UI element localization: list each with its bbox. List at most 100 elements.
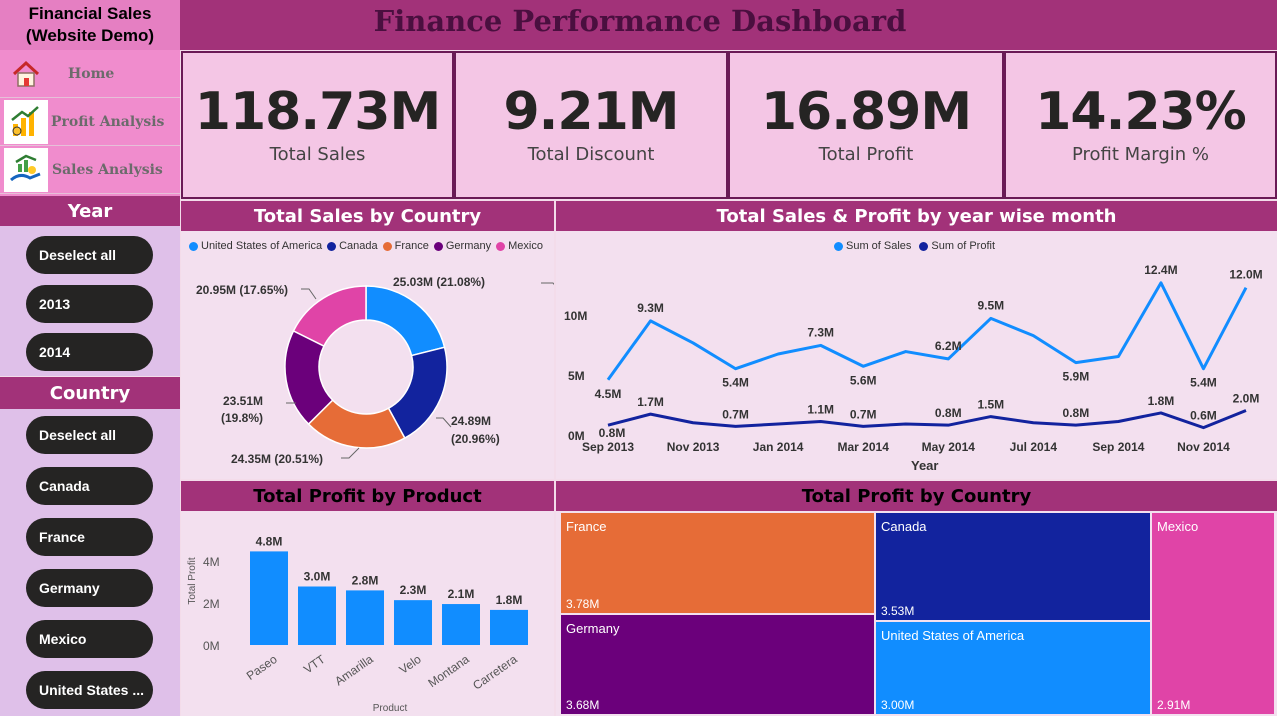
nav-item-profit-analysis[interactable]: Profit Analysis: [0, 98, 180, 146]
bar-y-axis-label: Total Profit: [187, 557, 198, 604]
bar-category-label: Paseo: [244, 652, 280, 683]
profit-chart-icon: [4, 99, 48, 144]
profit-data-label: 2.0M: [1233, 391, 1260, 405]
bar-category-label: Montana: [425, 652, 472, 690]
treemap-cell-value: 2.91M: [1157, 698, 1191, 712]
x-tick-label: Sep 2013: [582, 440, 634, 454]
x-tick-label: Jan 2014: [753, 440, 804, 454]
donut-label-germany-pct: (19.8%): [221, 411, 263, 425]
donut-title: Total Sales by Country: [181, 201, 554, 231]
profit-data-label: 0.8M: [935, 406, 962, 420]
treemap-cell-value: 3.53M: [881, 604, 915, 618]
bar-value-label: 2.3M: [400, 583, 427, 597]
kpi-label: Total Profit: [818, 143, 914, 165]
bar-value-label: 4.8M: [256, 534, 283, 548]
treemap-cell-france[interactable]: France 3.78M: [561, 513, 874, 613]
country-slicer: [0, 409, 180, 716]
country-deselect-all[interactable]: Deselect all: [26, 416, 153, 454]
profit-data-label: 1.8M: [1148, 394, 1175, 408]
kpi-value: 16.89M: [760, 81, 972, 142]
sales-data-label: 5.9M: [1063, 370, 1090, 384]
kpi-total-sales: 118.73M Total Sales: [181, 51, 454, 199]
bar-x-axis-label: Product: [373, 703, 408, 714]
bar-category-label: VTT: [301, 652, 328, 677]
kpi-value: 14.23%: [1035, 81, 1247, 142]
app-name-line1: Financial Sales: [28, 4, 152, 23]
bar-amarilla[interactable]: [346, 590, 384, 645]
kpi-value: 9.21M: [503, 81, 679, 142]
x-tick-label: Jul 2014: [1010, 440, 1058, 454]
sales-data-label: 12.0M: [1229, 268, 1262, 282]
treemap-cell-name: Mexico: [1157, 519, 1199, 534]
profit-data-label: 0.7M: [850, 407, 877, 421]
line-chart: 10M 5M 0M Sep 2013 Nov 2013 Jan 2014 Mar 20…: [564, 263, 1263, 473]
bar-y-tick-4m: 4M: [203, 555, 220, 569]
treemap-cell-value: 3.00M: [881, 698, 915, 712]
treemap-cell-mexico[interactable]: Mexico 2.91M: [1152, 513, 1274, 714]
country-option-germany[interactable]: Germany: [26, 569, 153, 607]
nav-sales-label: Sales Analysis: [52, 161, 163, 178]
x-tick-label: Nov 2014: [1177, 440, 1230, 454]
treemap-cell-value: 3.78M: [566, 597, 600, 611]
y-tick-5m: 5M: [568, 369, 585, 383]
sales-data-label: 4.5M: [595, 387, 622, 401]
x-tick-label: Mar 2014: [838, 440, 890, 454]
bar-title: Total Profit by Product: [181, 481, 554, 511]
treemap-cell-name: United States of America: [881, 628, 1025, 643]
profit-data-label: 1.1M: [807, 403, 834, 417]
sales-data-label: 9.5M: [977, 298, 1004, 312]
bar-category-label: Velo: [397, 652, 424, 677]
donut-chart: 25.03M (21.08%) 24.89M (20.96%) 24.35M (…: [196, 275, 554, 466]
donut-label-canada-pct: (20.96%): [451, 432, 500, 446]
bar-value-label: 3.0M: [304, 570, 331, 584]
treemap-cell-name: Canada: [881, 519, 927, 534]
donut-slice-mexico[interactable]: [292, 285, 367, 348]
nav-profit-label: Profit Analysis: [51, 113, 165, 130]
profit-data-label: 0.6M: [1190, 409, 1217, 423]
line-series-sales[interactable]: [606, 281, 1248, 381]
bar-y-tick-2m: 2M: [203, 597, 220, 611]
kpi-total-discount: 9.21M Total Discount: [454, 51, 728, 199]
sales-data-label: 12.4M: [1144, 263, 1177, 277]
country-option-mexico[interactable]: Mexico: [26, 620, 153, 658]
profit-data-label: 1.7M: [637, 395, 664, 409]
country-option-france[interactable]: France: [26, 518, 153, 556]
country-option-usa[interactable]: United States ...: [26, 671, 153, 709]
country-option-canada[interactable]: Canada: [26, 467, 153, 505]
bar-montana[interactable]: [442, 604, 480, 645]
bar-carretera[interactable]: [490, 609, 528, 645]
bar-y-tick-0m: 0M: [203, 639, 220, 653]
treemap-cell-usa[interactable]: United States of America 3.00M: [876, 622, 1150, 714]
kpi-label: Total Sales: [269, 143, 366, 165]
kpi-value: 118.73M: [194, 81, 441, 142]
year-slicer-title: Year: [0, 196, 180, 226]
profit-data-label: 1.5M: [977, 398, 1004, 412]
line-series-profit[interactable]: [607, 409, 1247, 430]
home-icon: [4, 52, 48, 96]
treemap-cell-germany[interactable]: Germany 3.68M: [561, 615, 874, 714]
app-name-line2: (Website Demo): [25, 26, 155, 45]
year-option-2013[interactable]: 2013: [26, 285, 153, 323]
nav-item-home[interactable]: Home: [0, 50, 180, 98]
donut-label-usa: 25.03M (21.08%): [393, 275, 485, 289]
treemap-cell-canada[interactable]: Canada 3.53M: [876, 513, 1150, 620]
x-tick-label: May 2014: [922, 440, 976, 454]
bar-velo[interactable]: [394, 600, 432, 645]
nav-item-sales-analysis[interactable]: Sales Analysis: [0, 146, 180, 194]
kpi-total-profit: 16.89M Total Profit: [728, 51, 1004, 199]
sales-data-label: 5.4M: [722, 376, 749, 390]
nav-home-label: Home: [68, 65, 115, 82]
bar-paseo[interactable]: [250, 551, 288, 645]
sales-data-label: 9.3M: [637, 301, 664, 315]
donut-slice-usa[interactable]: [365, 285, 446, 357]
bar-vtt[interactable]: [298, 586, 336, 646]
year-option-2014[interactable]: 2014: [26, 333, 153, 371]
kpi-label: Profit Margin %: [1072, 143, 1209, 165]
profit-data-label: 0.8M: [1063, 406, 1090, 420]
year-deselect-all[interactable]: Deselect all: [26, 236, 153, 274]
donut-label-canada: 24.89M: [451, 414, 491, 428]
x-axis-label: Year: [911, 458, 938, 473]
page-title: Finance Performance Dashboard: [373, 4, 907, 38]
y-tick-10m: 10M: [564, 309, 587, 323]
treemap-cell-name: France: [566, 519, 607, 534]
